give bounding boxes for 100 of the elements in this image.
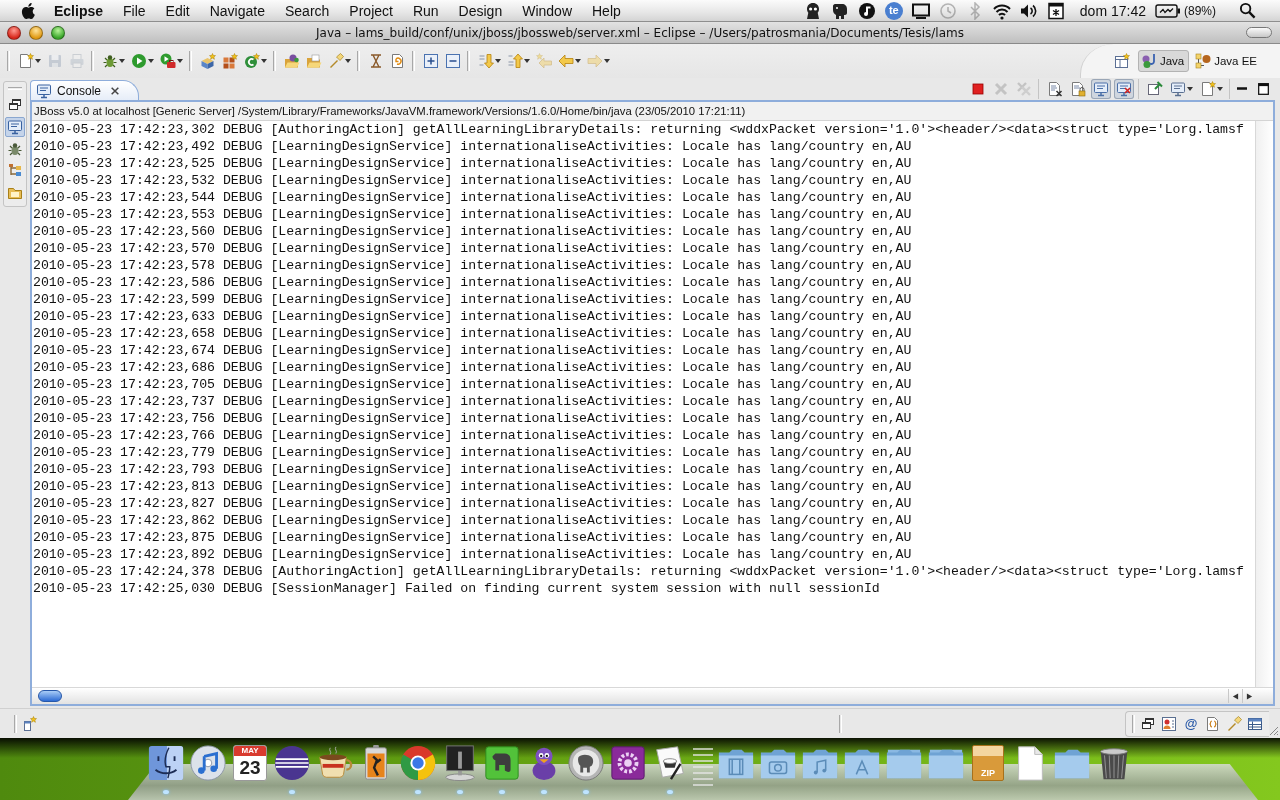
toolbar-button[interactable]: [129, 51, 156, 71]
menu-item[interactable]: Project: [339, 2, 403, 19]
console-line: 2010-05-23 17:42:23,674 DEBUG [LearningDesignService] internationaliseActivities: Locale has lang/country en,AU: [33, 342, 912, 359]
toolbar-button[interactable]: [421, 51, 441, 71]
toolbar-button[interactable]: [158, 51, 185, 71]
console-line: 2010-05-23 17:42:23,560 DEBUG [LearningDesignService] internationaliseActivities: Locale has lang/country en,AU: [33, 223, 912, 240]
menu-item[interactable]: Window: [512, 2, 582, 19]
monitor-icon: [36, 82, 52, 99]
grid-star-icon: [222, 53, 238, 69]
scroll-left-button[interactable]: [1228, 689, 1241, 703]
menu-item[interactable]: Edit: [155, 2, 200, 19]
page-star-icon: [18, 53, 34, 69]
resize-grip-icon[interactable]: [1269, 726, 1279, 736]
scroll-right-button[interactable]: [1242, 689, 1255, 703]
horizontal-scrollbar[interactable]: [32, 687, 1273, 704]
console-line: 2010-05-23 17:42:23,875 DEBUG [LearningDesignService] internationaliseActivities: Locale has lang/country en,AU: [33, 529, 912, 546]
search-icon[interactable]: [1239, 2, 1256, 19]
perspective-tab[interactable]: Java: [1137, 50, 1190, 72]
display-icon[interactable]: [911, 1, 930, 20]
status-badge[interactable]: te: [884, 1, 903, 20]
table-icon: [1247, 715, 1263, 732]
dock-app-button[interactable]: [567, 744, 605, 796]
menu-item[interactable]: Design: [448, 2, 513, 19]
gear-tile-icon: [609, 744, 647, 782]
page-lock-icon: [1070, 81, 1086, 97]
star-left-arrow-icon: [536, 53, 552, 69]
dock-app-button[interactable]: [273, 744, 311, 796]
square-plus-icon: [423, 53, 439, 69]
bug-icon: [102, 53, 118, 69]
menu-item[interactable]: Search: [275, 2, 340, 19]
scrollbar-thumb[interactable]: [38, 690, 62, 702]
running-indicator-icon: [415, 790, 421, 794]
console-line: 2010-05-23 17:42:24,378 DEBUG [AuthoringAction] getAllLearningLibraryDetails: returning <wddxPacket version='1.0'><header/><data><struct type='Lorg.lamsf: [33, 563, 1244, 580]
restore-icon: [7, 97, 23, 113]
view-toolbar-button[interactable]: [1168, 79, 1195, 99]
stop-square-icon: [970, 81, 986, 97]
console-line: 2010-05-23 17:42:23,578 DEBUG [LearningDesignService] internationaliseActivities: Locale has lang/country en,AU: [33, 257, 912, 274]
caret-icon: [345, 59, 351, 63]
console-line: 2010-05-23 17:42:23,827 DEBUG [LearningDesignService] internationaliseActivities: Locale has lang/country en,AU: [33, 495, 912, 512]
perspective-tab[interactable]: Java EE: [1192, 50, 1262, 72]
dock-app-button[interactable]: MAY 23: [231, 744, 269, 796]
caret-icon: [575, 59, 581, 63]
id-card-icon: [1161, 715, 1177, 732]
app-menu[interactable]: Eclipse: [54, 2, 104, 19]
console-line: 2010-05-23 17:42:23,892 DEBUG [LearningDesignService] internationaliseActivities: Locale has lang/country en,AU: [33, 546, 912, 563]
bug-icon: [7, 141, 23, 157]
battery-icon[interactable]: [1155, 2, 1181, 19]
menu-item[interactable]: Help: [582, 2, 631, 19]
maximize-icon: [1258, 83, 1269, 95]
running-indicator-icon: [583, 790, 589, 794]
dock-app-button[interactable]: [147, 744, 185, 796]
console-line: 2010-05-23 17:42:23,525 DEBUG [LearningDesignService] internationaliseActivities: Locale has lang/country en,AU: [33, 155, 912, 172]
caret-icon: [495, 59, 501, 63]
x-mark-icon: [993, 81, 1009, 97]
view-toolbar-button[interactable]: [1091, 79, 1111, 99]
tree-icon: [7, 163, 23, 179]
console-line: 2010-05-23 17:42:23,599 DEBUG [LearningDesignService] internationaliseActivities: Locale has lang/country en,AU: [33, 291, 912, 308]
right-triangle-icon: [1245, 692, 1253, 700]
menu-item[interactable]: Navigate: [199, 2, 275, 19]
dock-app-button[interactable]: [483, 744, 521, 796]
window-title: Java – lams_build/conf/unix/jboss/jbossweb/server.xml – Eclipse – /Users/patrosmania/Documents/Tesis/lams: [314, 25, 965, 40]
dock-app-button[interactable]: [399, 744, 437, 796]
console-line: 2010-05-23 17:42:23,544 DEBUG [LearningDesignService] internationaliseActivities: Locale has lang/country en,AU: [33, 189, 912, 206]
clock-text[interactable]: dom 17:42: [1079, 2, 1146, 19]
caret-icon: [604, 59, 610, 63]
console-line: 2010-05-23 17:42:23,779 DEBUG [LearningDesignService] internationaliseActivities: Locale has lang/country en,AU: [33, 444, 912, 461]
music-note-icon[interactable]: [857, 1, 876, 20]
minimize-icon: [1237, 87, 1247, 90]
open-folder-icon: [306, 53, 322, 69]
monitor-x-icon: [1116, 81, 1132, 97]
window-zoom-button[interactable]: [51, 25, 65, 40]
toolbar-button[interactable]: [242, 51, 269, 71]
square-minus-icon: [445, 53, 461, 69]
up-arrow-icon: [507, 53, 523, 69]
menu-item[interactable]: Run: [402, 2, 449, 19]
toolbar-button[interactable]: [443, 51, 463, 71]
console-tab[interactable]: Console: [30, 80, 140, 100]
trim-glyph-button[interactable]: @: [1180, 712, 1202, 735]
view-toolbar-button[interactable]: [1114, 79, 1134, 99]
page-star-icon: [1200, 81, 1216, 97]
left-triangle-icon: [1231, 692, 1239, 700]
printer-icon: [69, 53, 85, 69]
toolbar-toggle-button[interactable]: [1246, 27, 1272, 38]
running-indicator-icon: [499, 790, 505, 794]
right-arrow-icon: [587, 53, 603, 69]
boxes-ball-icon: [1195, 53, 1212, 69]
menu-item[interactable]: File: [113, 2, 156, 19]
double-x-icon: [1016, 81, 1032, 97]
window-star-icon: [21, 715, 37, 732]
flashlight-icon: [1226, 715, 1242, 732]
window-close-button[interactable]: [7, 25, 21, 40]
console-line: 2010-05-23 17:42:23,553 DEBUG [LearningDesignService] internationaliseActivities: Locale has lang/country en,AU: [33, 206, 912, 223]
elephant-icon[interactable]: [830, 1, 849, 20]
calendar-icon[interactable]: [1046, 1, 1065, 20]
console-line: 2010-05-23 17:42:23,686 DEBUG [LearningDesignService] internationaliseActivities: Locale has lang/country en,AU: [33, 359, 912, 376]
running-indicator-icon: [457, 790, 463, 794]
caret-icon: [177, 59, 183, 63]
apple-logo-icon[interactable]: [21, 2, 35, 19]
close-icon[interactable]: [110, 85, 121, 96]
window-minimize-button[interactable]: [29, 25, 43, 40]
